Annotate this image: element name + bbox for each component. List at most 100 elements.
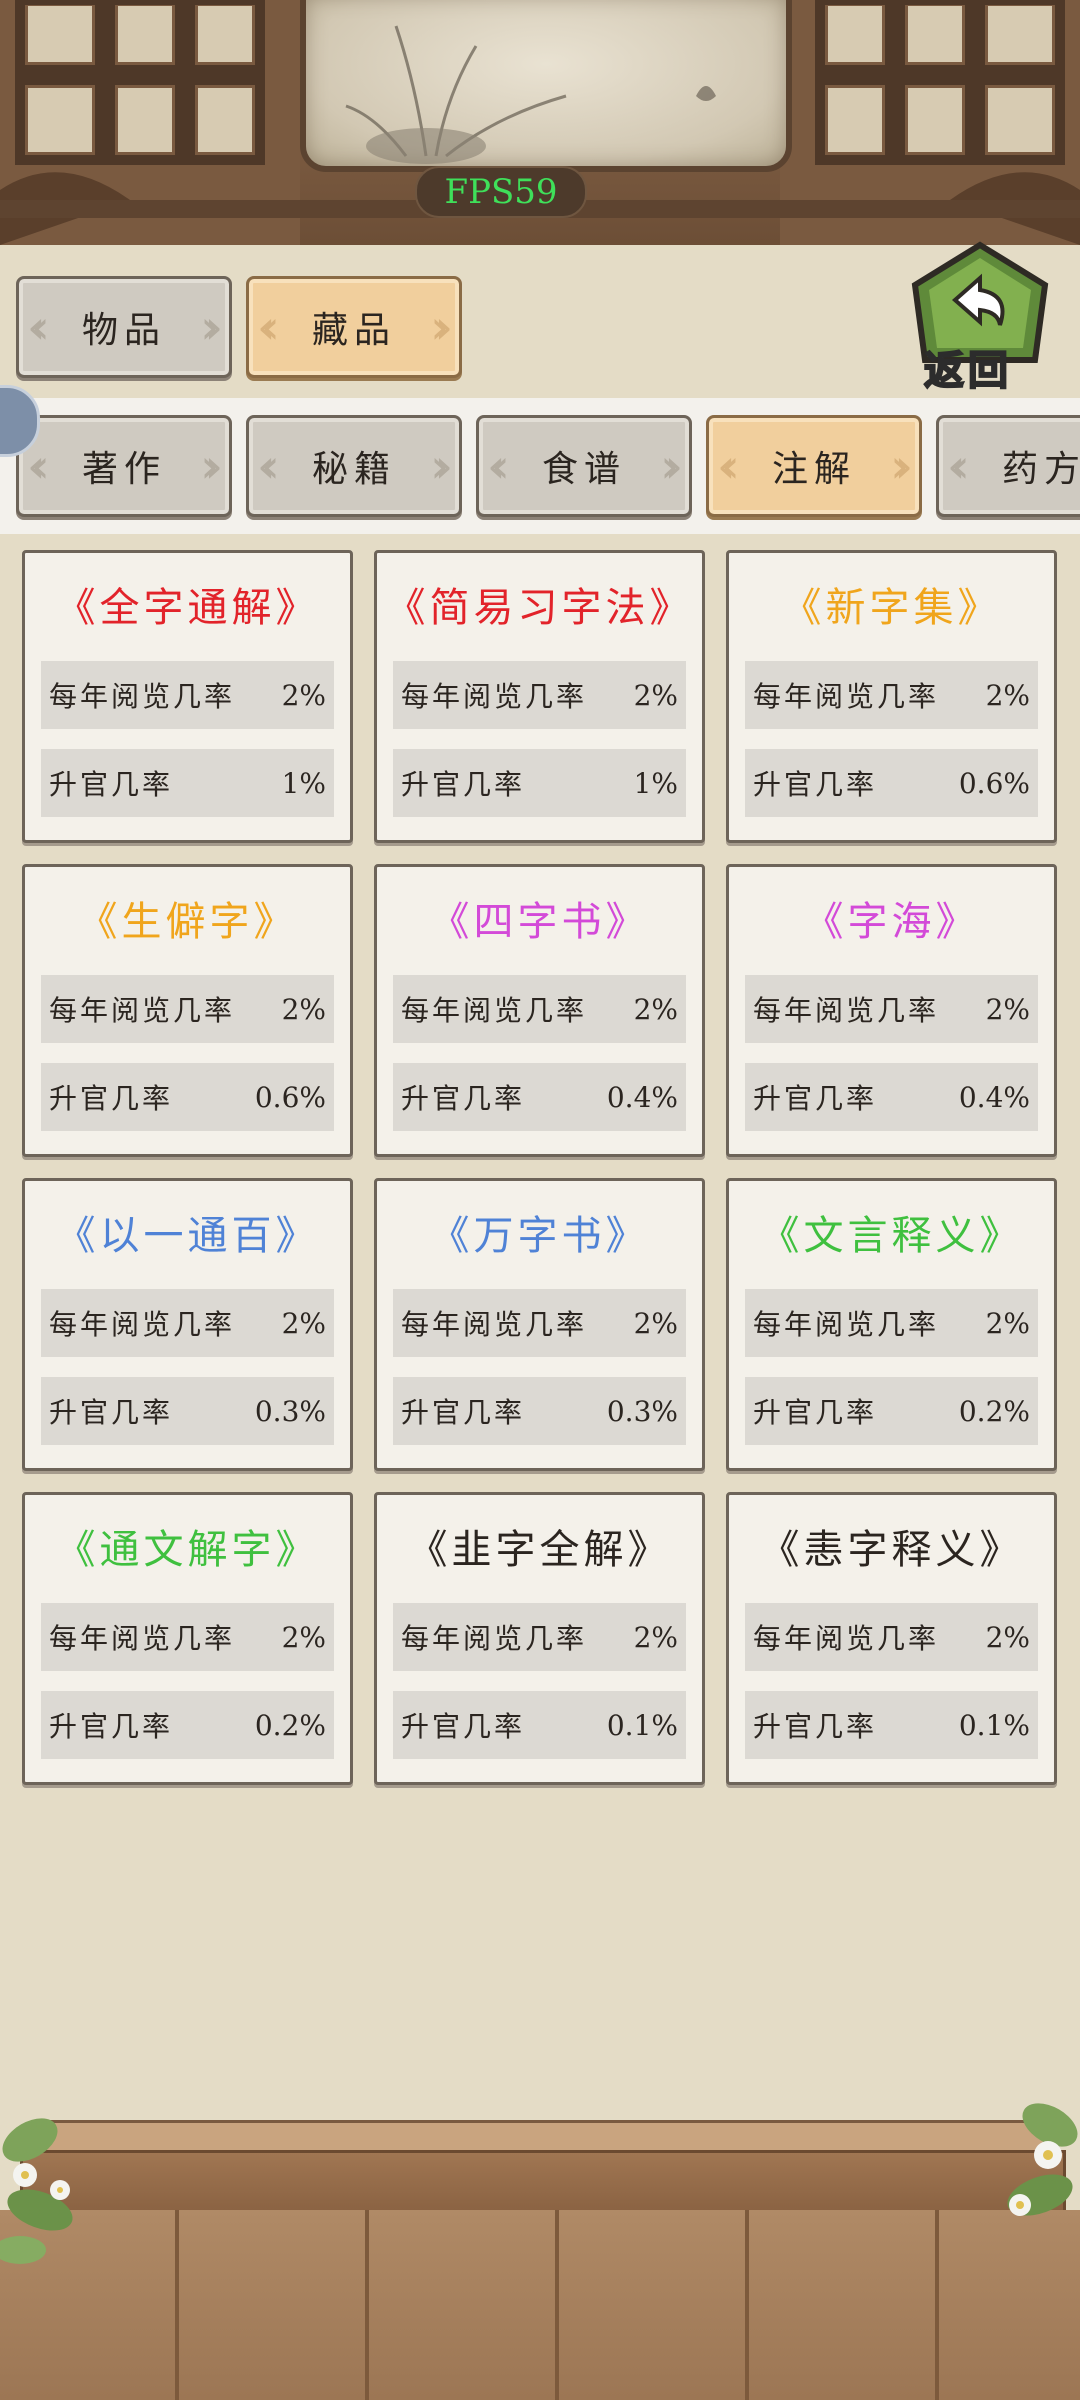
promote-chance-value: 0.1% (606, 1708, 678, 1742)
read-chance-value: 2% (633, 1620, 678, 1654)
item-card[interactable]: 《生僻字》每年阅览几率 2% 升官几率 0.6% (22, 864, 353, 1157)
read-chance-label: 每年阅览几率 (49, 1308, 236, 1341)
promote-chance-row: 升官几率 0.1% (393, 1691, 686, 1759)
read-chance-row: 每年阅览几率 2% (745, 661, 1038, 729)
plank-line (555, 2210, 559, 2400)
read-chance-row: 每年阅览几率 2% (41, 1289, 334, 1357)
read-chance-row: 每年阅览几率 2% (41, 975, 334, 1043)
tab-items[interactable]: ‹‹ 物品 ›› (16, 276, 232, 378)
read-chance-value: 2% (281, 678, 326, 712)
tab-writings[interactable]: ‹‹ 著作 ›› (16, 415, 232, 517)
promote-chance-value: 0.4% (958, 1080, 1030, 1114)
tab-recipes[interactable]: ‹‹ 食谱 ›› (476, 415, 692, 517)
read-chance-row: 每年阅览几率 2% (745, 1603, 1038, 1671)
read-chance-label: 每年阅览几率 (49, 1622, 236, 1655)
item-title: 《韭字全解》 (407, 1527, 672, 1573)
plank-line (365, 2210, 369, 2400)
tab-label: 秘籍 (311, 449, 396, 490)
promote-chance-value: 1% (633, 766, 678, 800)
item-card[interactable]: 《韭字全解》每年阅览几率 2% 升官几率 0.1% (374, 1492, 705, 1785)
flower-decor-left (0, 2118, 73, 2264)
read-chance-value: 2% (633, 1306, 678, 1340)
promote-chance-value: 1% (281, 766, 326, 800)
promote-chance-row: 升官几率 0.2% (41, 1691, 334, 1759)
item-card[interactable]: 《字海》每年阅览几率 2% 升官几率 0.4% (726, 864, 1057, 1157)
read-chance-label: 每年阅览几率 (753, 680, 940, 713)
read-chance-row: 每年阅览几率 2% (745, 975, 1038, 1043)
promote-chance-row: 升官几率 1% (393, 749, 686, 817)
tab-label: 药方 (1001, 449, 1080, 490)
chevron-left-icon: ‹‹ (947, 439, 969, 493)
chevron-right-icon: ›› (660, 439, 682, 493)
chevron-left-icon: ‹‹ (487, 439, 509, 493)
tab-label: 著作 (81, 449, 166, 490)
promote-chance-row: 升官几率 0.6% (745, 749, 1038, 817)
item-card[interactable]: 《以一通百》 每年阅览几率 2% 升官几率 0.3% (22, 1178, 353, 1471)
item-title: 《字海》 (803, 899, 980, 945)
promote-chance-row: 升官几率 0.3% (393, 1377, 686, 1445)
item-card[interactable]: 《简易习字法》 每年阅览几率 2% 升官几率 1% (374, 550, 705, 843)
read-chance-label: 每年阅览几率 (401, 994, 588, 1027)
ink-painting (300, 0, 792, 172)
tab-clip: ‹‹ 药方 ›› (936, 398, 1080, 534)
item-card[interactable]: 《万字书》 每年阅览几率 2% 升官几率 0.3% (374, 1178, 705, 1471)
item-title: 《通文解字》 (55, 1527, 320, 1573)
item-card[interactable]: 《恚字释义》 每年阅览几率 2% 升官几率 0.1% (726, 1492, 1057, 1785)
shelf-face (20, 2150, 1066, 2216)
promote-chance-label: 升官几率 (49, 1710, 174, 1743)
promote-chance-label: 升官几率 (49, 768, 174, 801)
promote-chance-value: 0.3% (254, 1394, 326, 1428)
read-chance-row: 每年阅览几率 2% (393, 661, 686, 729)
item-card[interactable]: 《文言释义》 每年阅览几率 2% 升官几率 0.2% (726, 1178, 1057, 1471)
promote-chance-label: 升官几率 (49, 1082, 174, 1115)
promote-chance-row: 升官几率 0.4% (393, 1063, 686, 1131)
read-chance-value: 2% (281, 992, 326, 1026)
read-chance-value: 2% (985, 678, 1030, 712)
chevron-right-icon: ›› (430, 439, 452, 493)
promote-chance-value: 0.2% (254, 1708, 326, 1742)
promote-chance-row: 升官几率 1% (41, 749, 334, 817)
item-card[interactable]: 《四字书》 每年阅览几率 2% 升官几率 0.4% (374, 864, 705, 1157)
chevron-right-icon: ›› (200, 300, 222, 354)
promote-chance-value: 0.2% (958, 1394, 1030, 1428)
chevron-right-icon: ›› (200, 439, 222, 493)
read-chance-label: 每年阅览几率 (49, 680, 236, 713)
read-chance-row: 每年阅览几率 2% (393, 1289, 686, 1357)
item-title: 《文言释义》 (759, 1213, 1024, 1259)
read-chance-row: 每年阅览几率 2% (393, 1603, 686, 1671)
promote-chance-row: 升官几率 0.2% (745, 1377, 1038, 1445)
promote-chance-value: 0.4% (606, 1080, 678, 1114)
tab-annotations[interactable]: ‹‹ 注解 ›› (706, 415, 922, 517)
tab-prescriptions[interactable]: ‹‹ 药方 ›› (936, 415, 1080, 517)
item-title: 《新字集》 (781, 585, 1002, 631)
promote-chance-label: 升官几率 (753, 1396, 878, 1429)
promote-chance-label: 升官几率 (49, 1396, 174, 1429)
read-chance-label: 每年阅览几率 (401, 680, 588, 713)
tab-label: 藏品 (311, 310, 396, 351)
item-card[interactable]: 《新字集》每年阅览几率 2% 升官几率 0.6% (726, 550, 1057, 843)
tab-label: 食谱 (541, 449, 626, 490)
read-chance-label: 每年阅览几率 (753, 994, 940, 1027)
chevron-left-icon: ‹‹ (27, 300, 49, 354)
tab-secret-manuals[interactable]: ‹‹ 秘籍 ›› (246, 415, 462, 517)
item-title: 《生僻字》 (77, 899, 298, 945)
read-chance-label: 每年阅览几率 (753, 1622, 940, 1655)
promote-chance-value: 0.6% (958, 766, 1030, 800)
promote-chance-value: 0.6% (254, 1080, 326, 1114)
promote-chance-value: 0.3% (606, 1394, 678, 1428)
promote-chance-label: 升官几率 (753, 1082, 878, 1115)
read-chance-row: 每年阅览几率 2% (393, 975, 686, 1043)
promote-chance-row: 升官几率 0.1% (745, 1691, 1038, 1759)
promote-chance-label: 升官几率 (753, 768, 878, 801)
item-card[interactable]: 《全字通解》 每年阅览几率 2% 升官几率 1% (22, 550, 353, 843)
promote-chance-row: 升官几率 0.4% (745, 1063, 1038, 1131)
promote-chance-label: 升官几率 (401, 1396, 526, 1429)
read-chance-label: 每年阅览几率 (401, 1622, 588, 1655)
tab-collection[interactable]: ‹‹ 藏品 ›› (246, 276, 462, 378)
flower-decor-right (1007, 2103, 1078, 2216)
back-button-label[interactable]: 返回 (923, 338, 1012, 396)
promote-chance-row: 升官几率 0.6% (41, 1063, 334, 1131)
item-card[interactable]: 《通文解字》 每年阅览几率 2% 升官几率 0.2% (22, 1492, 353, 1785)
tab-label: 物品 (81, 310, 166, 351)
promote-chance-label: 升官几率 (401, 1082, 526, 1115)
